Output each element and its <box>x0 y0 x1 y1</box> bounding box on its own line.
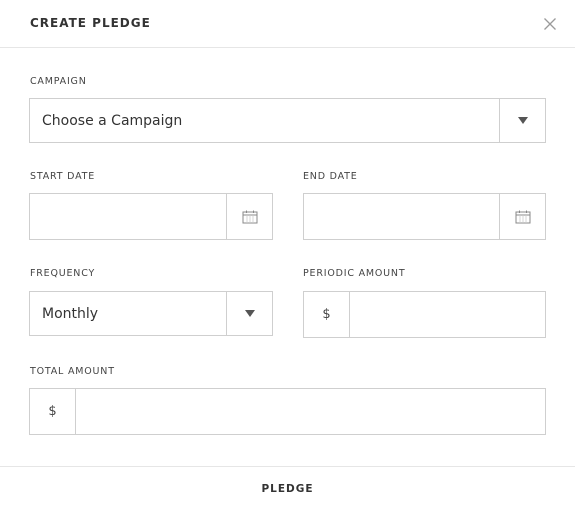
periodic-amount-input[interactable] <box>350 292 545 337</box>
frequency-label: FREQUENCY <box>30 268 96 279</box>
periodic-amount-label: PERIODIC AMOUNT <box>303 268 406 279</box>
dialog-title: CREATE PLEDGE <box>30 16 151 30</box>
chevron-down-icon <box>517 117 528 124</box>
dialog-header: CREATE PLEDGE <box>0 0 575 48</box>
currency-symbol: $ <box>30 389 76 434</box>
calendar-icon <box>515 210 530 223</box>
close-icon[interactable] <box>543 16 557 30</box>
chevron-down-icon <box>244 310 255 317</box>
dialog-footer: PLEDGE <box>0 466 575 510</box>
campaign-select[interactable]: Choose a Campaign <box>29 98 546 143</box>
end-date-field <box>303 193 546 240</box>
campaign-label: CAMPAIGN <box>30 76 87 87</box>
start-date-field <box>29 193 273 240</box>
start-date-input[interactable] <box>30 194 226 239</box>
end-date-calendar-button[interactable] <box>499 194 545 239</box>
end-date-input[interactable] <box>304 194 499 239</box>
start-date-label: START DATE <box>30 171 96 182</box>
start-date-calendar-button[interactable] <box>226 194 272 239</box>
frequency-select[interactable]: Monthly <box>29 291 273 336</box>
calendar-icon <box>242 210 257 223</box>
campaign-dropdown-toggle[interactable] <box>499 99 545 142</box>
currency-symbol: $ <box>304 292 350 337</box>
periodic-amount-field: $ <box>303 291 546 338</box>
frequency-selected-value: Monthly <box>42 305 99 322</box>
total-amount-field: $ <box>29 388 546 435</box>
frequency-dropdown-toggle[interactable] <box>226 292 272 335</box>
pledge-button[interactable]: PLEDGE <box>0 467 575 510</box>
end-date-label: END DATE <box>303 171 358 182</box>
campaign-selected-value: Choose a Campaign <box>42 112 183 129</box>
total-amount-input[interactable] <box>76 389 545 434</box>
total-amount-label: TOTAL AMOUNT <box>30 366 115 377</box>
